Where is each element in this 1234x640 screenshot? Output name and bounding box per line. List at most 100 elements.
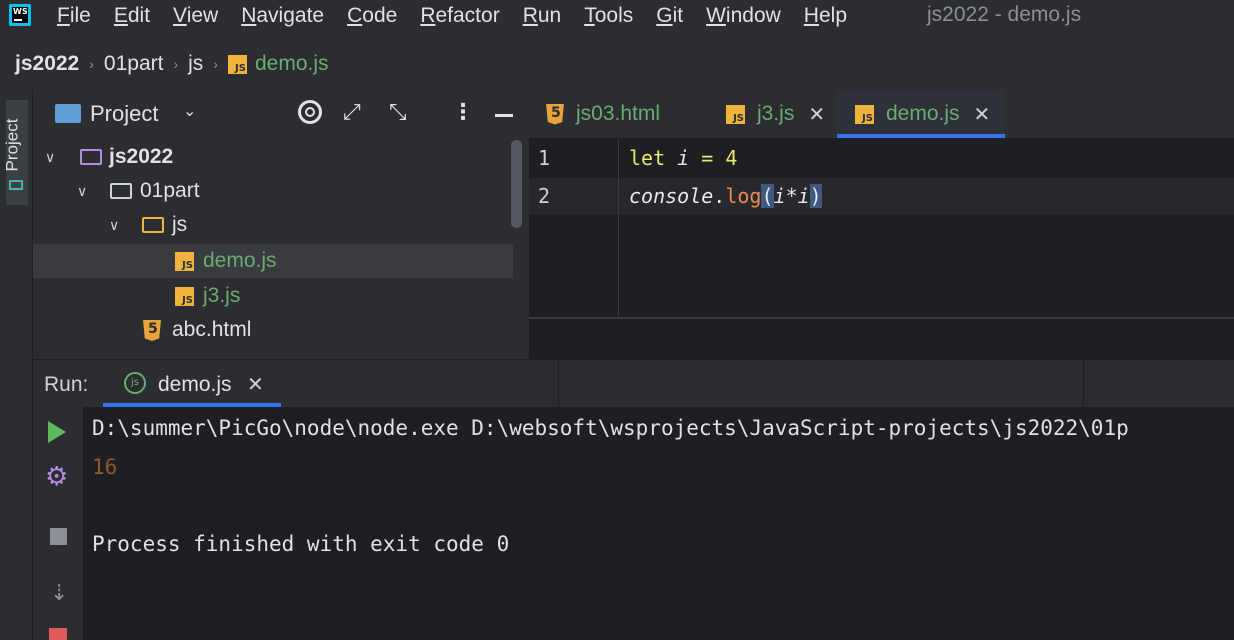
more-options-icon[interactable]: ⋮ [452, 99, 474, 125]
tab-demo-js[interactable]: demo.js ✕ [855, 90, 990, 138]
tab-label: demo.js [886, 102, 960, 125]
console-command-line: D:\summer\PicGo\node\node.exe D:\websoft… [92, 416, 1129, 440]
menu-navigate[interactable]: Navigate [241, 4, 324, 28]
menu-file[interactable]: File [57, 4, 91, 28]
tree-item-demo-js[interactable]: demo.js [33, 244, 513, 278]
project-tool-window-button[interactable]: Project [2, 100, 28, 205]
editor-empty-area [529, 319, 1234, 359]
function-name: log [725, 184, 762, 208]
js-file-icon [855, 104, 874, 124]
variable: i [677, 146, 690, 170]
menu-run[interactable]: Run [523, 4, 562, 28]
tree-item-label: j3.js [203, 284, 241, 307]
variable: i [773, 184, 786, 208]
console-output[interactable] [84, 407, 1234, 640]
tab-label: js03.html [576, 102, 661, 125]
code-line-2[interactable]: console.log(i*i) [629, 184, 822, 208]
chevron-down-icon[interactable]: ∨ [109, 217, 119, 234]
html-file-icon [143, 320, 161, 341]
menu-edit[interactable]: Edit [114, 4, 150, 28]
tree-item-js-folder[interactable]: ∨ js [33, 208, 513, 242]
menu-refactor[interactable]: Refactor [420, 4, 499, 28]
tree-item-label: js [172, 213, 188, 236]
chevron-right-icon: › [173, 56, 179, 72]
collapse-all-icon[interactable]: ⤡ [389, 99, 407, 125]
stop-icon[interactable] [50, 528, 67, 545]
code-text: . [713, 184, 726, 208]
js-file-icon [726, 104, 745, 124]
menu-view[interactable]: View [173, 4, 218, 28]
active-tab-indicator [837, 134, 1005, 138]
window-title: js2022 - demo.js [927, 3, 1082, 26]
tree-item-label: demo.js [203, 249, 277, 272]
breadcrumb-project[interactable]: js2022 [15, 52, 79, 76]
code-text: = 4 [689, 146, 738, 170]
tree-item-label: 01part [140, 179, 200, 202]
chevron-down-icon[interactable]: ⌄ [183, 101, 196, 121]
tree-item-j3-js[interactable]: j3.js [33, 279, 513, 313]
project-tree: ∨ js2022 ∨ 01part ∨ js demo.js j3.js abc… [33, 140, 528, 358]
locate-file-icon[interactable] [298, 100, 322, 124]
project-tool-label: Project [2, 118, 22, 172]
run-tab-label[interactable]: demo.js [158, 373, 232, 397]
console-program-output: 16 [92, 455, 118, 479]
code-line-1[interactable]: let i = 4 [629, 146, 737, 170]
scroll-to-end-icon[interactable]: ⇣ [50, 580, 68, 606]
nodejs-icon: js [124, 372, 146, 394]
trash-icon[interactable] [49, 628, 67, 640]
tab-j3-js[interactable]: j3.js ✕ [726, 90, 825, 138]
header-divider [1083, 360, 1084, 407]
paren-open: ( [761, 184, 774, 208]
keyword: let [629, 146, 666, 170]
webstorm-logo-icon[interactable]: WS [9, 4, 31, 26]
chevron-right-icon: › [89, 56, 94, 72]
laptop-icon [9, 180, 23, 190]
close-icon[interactable]: ✕ [247, 372, 264, 397]
js-file-icon [175, 251, 194, 271]
close-icon[interactable]: ✕ [974, 102, 991, 127]
gutter-divider [618, 139, 619, 317]
tree-item-label: js2022 [109, 145, 174, 168]
chevron-down-icon[interactable]: ∨ [45, 149, 55, 166]
tab-label: j3.js [757, 102, 795, 125]
js-file-icon [227, 54, 247, 74]
menu-git[interactable]: Git [656, 4, 683, 28]
breadcrumb-file[interactable]: demo.js [255, 52, 329, 76]
folder-icon [55, 104, 81, 123]
js-folder-icon [142, 217, 164, 233]
html-file-icon [546, 103, 564, 125]
close-icon[interactable]: ✕ [808, 102, 825, 127]
header-divider [558, 360, 559, 407]
run-panel-label: Run: [44, 373, 89, 396]
expand-all-icon[interactable]: ⤢ [343, 99, 361, 125]
js-file-icon [175, 286, 194, 306]
menu-help[interactable]: Help [804, 4, 847, 28]
menu-window[interactable]: Window [706, 4, 781, 28]
paren-close: ) [809, 184, 822, 208]
object-name: console [629, 184, 714, 208]
rerun-icon[interactable] [48, 421, 66, 443]
breadcrumb-js[interactable]: js [188, 52, 203, 76]
minimize-icon[interactable] [495, 114, 513, 117]
menu-code[interactable]: Code [347, 4, 397, 28]
tree-item-label: abc.html [172, 318, 252, 341]
menu-tools[interactable]: Tools [584, 4, 633, 28]
chevron-right-icon: › [213, 56, 218, 72]
main-menu: File Edit View Navigate Code Refactor Ru… [57, 0, 870, 32]
chevron-down-icon[interactable]: ∨ [77, 183, 87, 200]
tree-scrollbar[interactable] [511, 140, 522, 228]
line-number: 1 [538, 146, 551, 170]
tree-item-01part[interactable]: ∨ 01part [33, 174, 513, 208]
gear-icon[interactable]: ⚙ [45, 463, 68, 489]
tree-item-abc-html[interactable]: abc.html [33, 313, 513, 347]
line-number: 2 [538, 184, 551, 208]
tab-js03-html[interactable]: js03.html [546, 90, 660, 138]
tree-item-js2022[interactable]: ∨ js2022 [33, 140, 513, 174]
breadcrumb: js2022 › 01part › js › demo.js [0, 40, 1234, 88]
breadcrumb-01part[interactable]: 01part [104, 52, 164, 76]
console-exit-message: Process finished with exit code 0 [92, 532, 510, 556]
project-panel-title[interactable]: Project [90, 101, 158, 127]
folder-icon [80, 149, 102, 165]
folder-icon [110, 183, 132, 199]
variable: i [797, 184, 810, 208]
